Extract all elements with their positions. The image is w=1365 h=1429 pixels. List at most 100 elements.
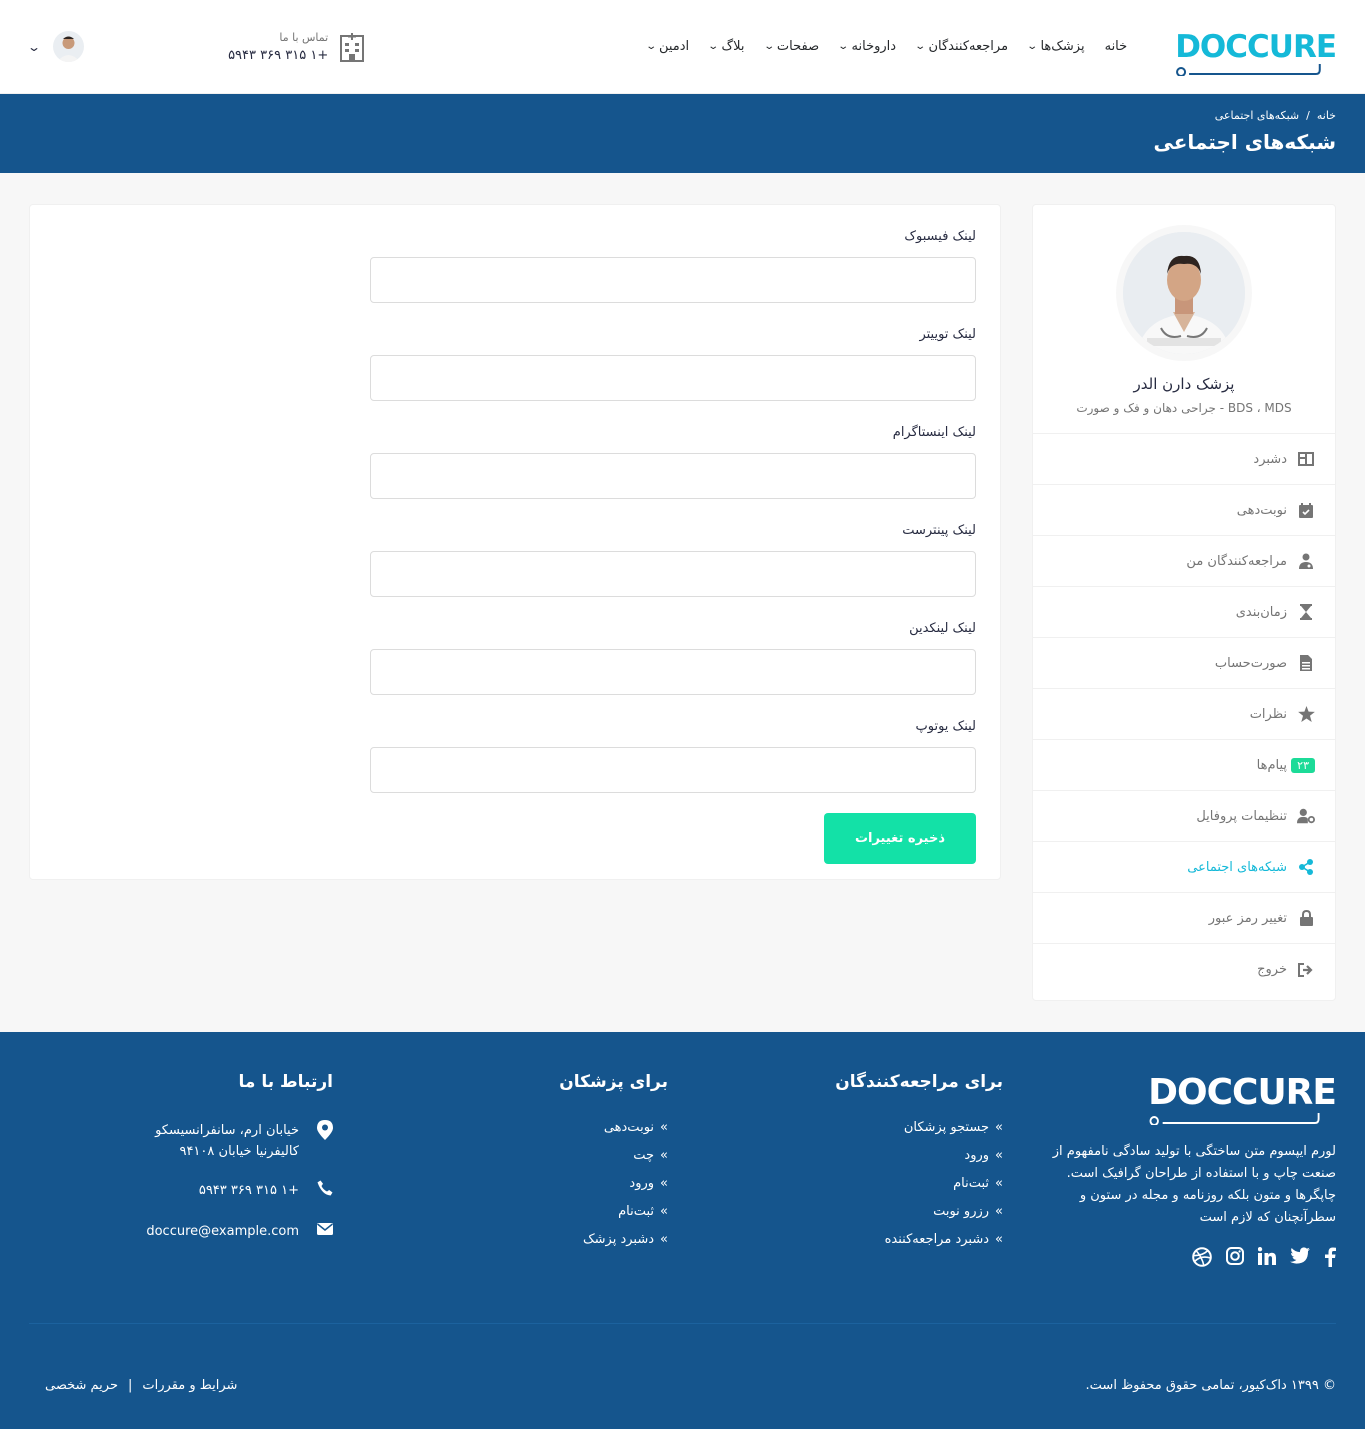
footer-email-link[interactable]: doccure@example.com [146,1221,299,1242]
social-media-form-card: لینک فیسبوک لینک توییتر لینک اینستاگرام … [29,204,1001,880]
sidebar-item-appointments[interactable]: نوبت‌دهی [1033,485,1335,536]
footer-doctors-links: » نوبت‌دهی » چت » ورود » ثبت‌نام » دشبرد پزشک [365,1120,668,1247]
chevron-down-icon: ⌄ [644,41,657,52]
twitter-link-input[interactable] [370,355,976,401]
sidebar-item-messages[interactable]: پیام‌ها ۲۳ [1033,740,1335,791]
footer-policy-links: شرایط و مقررات | حریم شخصی [45,1378,237,1393]
sidebar-item-change-password[interactable]: تغییر رمز عبور [1033,893,1335,944]
logo[interactable]: DOCCURE [1175,29,1337,76]
footer-link-appointments[interactable]: » نوبت‌دهی [365,1120,668,1135]
sidebar-item-social-media[interactable]: شبکه‌های اجتماعی [1033,842,1335,893]
footer-link-login[interactable]: » ورود [700,1148,1003,1163]
footer-patients-links: » جستجو پزشکان » ورود » ثبت‌نام » رزرو نوبت … [700,1120,1003,1247]
footer-patients-title: برای مراجعه‌کنندگان [835,1072,1003,1092]
double-chevron-icon: » [995,1148,1003,1163]
user-menu[interactable]: ⌄ [26,31,85,62]
breadcrumb-home[interactable]: خانه [1317,109,1336,122]
map-marker-icon [317,1120,333,1147]
social-media-form: لینک فیسبوک لینک توییتر لینک اینستاگرام … [54,229,976,864]
sidebar-item-dashboard[interactable]: دشبرد [1033,434,1335,485]
profile-widget: پزشک دارن الدر BDS ، MDS - جراحی دهان و … [1033,205,1335,434]
double-chevron-icon: » [660,1120,668,1135]
nav-item-doctors[interactable]: پزشک‌ها ⌄ [1018,39,1095,54]
instagram-icon[interactable] [1226,1247,1244,1272]
sidebar-item-schedule[interactable]: زمان‌بندی [1033,587,1335,638]
page-title: شبکه‌های اجتماعی [1153,130,1336,154]
site-header: DOCCURE خانه پزشک‌ها ⌄ مراجعه‌کنندگان ⌄ دا… [0,0,1365,94]
save-button[interactable]: ذخیره تغییرات [824,813,976,864]
youtube-link-input[interactable] [370,747,976,793]
footer-link-booking[interactable]: » رزرو نوبت [700,1204,1003,1219]
footer-link-patient-dashboard[interactable]: » دشبرد مراجعه‌کننده [700,1232,1003,1247]
sidebar-item-logout[interactable]: خروج [1033,944,1335,995]
hospital-icon [340,32,365,62]
double-chevron-icon: » [995,1176,1003,1191]
breadcrumb-current: شبکه‌های اجتماعی [1214,109,1300,122]
footer-email: doccure@example.com [30,1221,333,1242]
avatar [53,31,85,62]
contact-phone: +۱ ۳۱۵ ۳۶۹ ۵۹۴۳ [228,47,329,63]
dashboard-icon [1297,450,1315,468]
policy-separator: | [128,1377,133,1393]
sidebar-item-reviews[interactable]: نظرات [1033,689,1335,740]
chevron-down-icon: ⌄ [1026,41,1039,52]
footer-link-chat[interactable]: » چت [365,1148,668,1163]
sidebar-item-profile-settings[interactable]: تنظیمات پروفایل [1033,791,1335,842]
form-group-linkedin: لینک لینکدین [370,621,976,695]
doctor-name: پزشک دارن الدر [1133,375,1235,393]
footer-about: DOCCURE لورم ایپسوم متن ساختگی با تولید … [1035,1072,1337,1323]
double-chevron-icon: » [995,1120,1003,1135]
sidebar-item-my-patients[interactable]: مراجعه‌کنندگان من [1033,536,1335,587]
linkedin-icon[interactable] [1257,1247,1276,1272]
copyright-text: © ۱۳۹۹ داک‌کیور، تمامی حقوق محفوظ است. [1085,1377,1336,1393]
form-group-facebook: لینک فیسبوک [370,229,976,303]
instagram-link-label: لینک اینستاگرام [892,425,976,440]
footer-address: خیابان ارم، سانفرانسیسکو کالیفرنیا خیابان… [30,1120,333,1162]
header-right: تماس با ما +۱ ۳۱۵ ۳۶۹ ۵۹۴۳ ⌄ [26,31,366,63]
facebook-icon[interactable] [1324,1247,1336,1272]
double-chevron-icon: » [660,1204,668,1219]
patients-icon [1297,552,1315,570]
privacy-link[interactable]: حریم شخصی [45,1378,118,1393]
pinterest-link-input[interactable] [370,551,976,597]
social-icons [1035,1247,1336,1272]
main-nav: خانه پزشک‌ها ⌄ مراجعه‌کنندگان ⌄ داروخانه ⌄ … [637,39,1138,54]
nav-item-admin[interactable]: ادمین ⌄ [637,39,700,54]
footer-link-doctor-dashboard[interactable]: » دشبرد پزشک [365,1232,668,1247]
footer-doctors-col: برای پزشکان » نوبت‌دهی » چت » ورود » ثبت‌نام… [365,1072,700,1323]
footer-link-search-doctors[interactable]: » جستجو پزشکان [700,1120,1003,1135]
double-chevron-icon: » [660,1176,668,1191]
facebook-link-input[interactable] [370,257,976,303]
youtube-link-label: لینک یوتوپ [915,719,976,734]
nav-item-pharmacy[interactable]: داروخانه ⌄ [829,39,906,54]
dribbble-icon[interactable] [1192,1247,1212,1272]
messages-count-badge: ۲۳ [1291,757,1315,773]
user-cog-icon [1297,807,1315,825]
footer-link-doctor-register[interactable]: » ثبت‌نام [365,1204,668,1219]
chevron-down-icon: ⌄ [26,39,42,54]
doctor-specialty: BDS ، MDS - جراحی دهان و فک و صورت [1076,401,1292,415]
linkedin-link-input[interactable] [370,649,976,695]
sidebar-item-invoices[interactable]: صورت‌حساب [1033,638,1335,689]
form-group-twitter: لینک توییتر [370,327,976,401]
breadcrumb-bar: خانه / شبکه‌های اجتماعی شبکه‌های اجتماعی [0,94,1365,173]
terms-link[interactable]: شرایط و مقررات [142,1378,237,1393]
form-group-instagram: لینک اینستاگرام [370,425,976,499]
nav-item-home[interactable]: خانه [1095,39,1138,54]
stethoscope-graphic [1176,63,1321,76]
nav-item-pages[interactable]: صفحات ⌄ [755,39,830,54]
instagram-link-input[interactable] [370,453,976,499]
twitter-icon[interactable] [1290,1247,1310,1272]
footer-logo[interactable]: DOCCURE [1148,1072,1337,1125]
double-chevron-icon: » [660,1232,668,1247]
chevron-down-icon: ⌄ [707,41,720,52]
nav-item-blog[interactable]: بلاگ ⌄ [699,39,754,54]
footer-contact-title: ارتباط با ما [238,1072,334,1092]
pinterest-link-label: لینک پینترست [902,523,976,538]
double-chevron-icon: » [660,1148,668,1163]
form-group-pinterest: لینک پینترست [370,523,976,597]
footer-link-register[interactable]: » ثبت‌نام [700,1176,1003,1191]
site-footer: DOCCURE لورم ایپسوم متن ساختگی با تولید … [0,1032,1365,1429]
footer-link-doctor-login[interactable]: » ورود [365,1176,668,1191]
nav-item-patients[interactable]: مراجعه‌کنندگان ⌄ [906,39,1018,54]
